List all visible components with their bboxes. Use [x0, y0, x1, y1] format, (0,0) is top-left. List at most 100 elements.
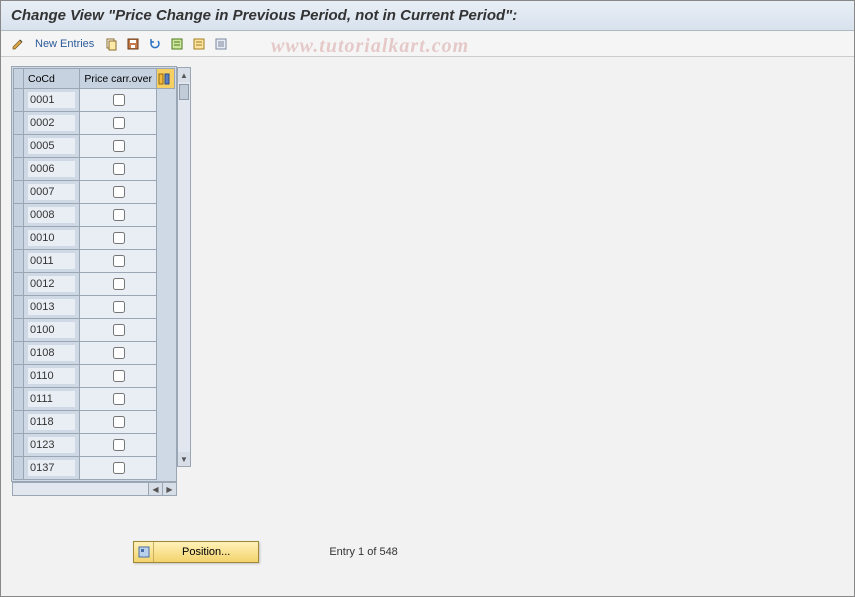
carryover-checkbox[interactable] [113, 370, 125, 382]
row-selector[interactable] [14, 342, 24, 365]
carryover-cell[interactable] [80, 273, 157, 296]
cocd-input[interactable] [28, 368, 75, 384]
save-icon[interactable] [124, 35, 142, 53]
row-selector[interactable] [14, 227, 24, 250]
cocd-input[interactable] [28, 138, 75, 154]
carryover-cell[interactable] [80, 135, 157, 158]
cocd-input[interactable] [28, 115, 75, 131]
row-selector[interactable] [14, 457, 24, 480]
cocd-cell[interactable] [24, 319, 80, 342]
carryover-checkbox[interactable] [113, 163, 125, 175]
cocd-input[interactable] [28, 437, 75, 453]
row-selector[interactable] [14, 388, 24, 411]
carryover-cell[interactable] [80, 365, 157, 388]
cocd-cell[interactable] [24, 89, 80, 112]
carryover-cell[interactable] [80, 89, 157, 112]
row-selector[interactable] [14, 181, 24, 204]
cocd-cell[interactable] [24, 158, 80, 181]
row-selector[interactable] [14, 365, 24, 388]
deselect-all-icon[interactable] [190, 35, 208, 53]
carryover-cell[interactable] [80, 181, 157, 204]
carryover-cell[interactable] [80, 296, 157, 319]
scroll-down-icon[interactable]: ▼ [178, 452, 190, 466]
change-icon[interactable] [9, 35, 27, 53]
cocd-cell[interactable] [24, 411, 80, 434]
cocd-cell[interactable] [24, 250, 80, 273]
scroll-track[interactable] [178, 82, 190, 452]
carryover-checkbox[interactable] [113, 232, 125, 244]
row-selector[interactable] [14, 411, 24, 434]
carryover-cell[interactable] [80, 204, 157, 227]
carryover-checkbox[interactable] [113, 278, 125, 290]
cocd-cell[interactable] [24, 204, 80, 227]
new-entries-button[interactable]: New Entries [31, 38, 98, 50]
horizontal-scrollbar[interactable]: ◀ ▶ [12, 482, 177, 496]
row-selector-header[interactable] [14, 69, 24, 89]
row-selector[interactable] [14, 204, 24, 227]
cocd-cell[interactable] [24, 365, 80, 388]
cocd-input[interactable] [28, 230, 75, 246]
carryover-checkbox[interactable] [113, 209, 125, 221]
carryover-checkbox[interactable] [113, 393, 125, 405]
row-selector[interactable] [14, 296, 24, 319]
row-selector[interactable] [14, 112, 24, 135]
carryover-checkbox[interactable] [113, 117, 125, 129]
carryover-checkbox[interactable] [113, 255, 125, 267]
scroll-left-icon[interactable]: ◀ [148, 483, 162, 495]
cocd-input[interactable] [28, 207, 75, 223]
carryover-checkbox[interactable] [113, 347, 125, 359]
row-selector[interactable] [14, 135, 24, 158]
table-settings-icon[interactable] [157, 69, 175, 89]
cocd-input[interactable] [28, 253, 75, 269]
carryover-checkbox[interactable] [113, 324, 125, 336]
row-selector[interactable] [14, 158, 24, 181]
carryover-cell[interactable] [80, 158, 157, 181]
carryover-checkbox[interactable] [113, 94, 125, 106]
cocd-input[interactable] [28, 460, 75, 476]
config-icon[interactable] [212, 35, 230, 53]
carryover-cell[interactable] [80, 434, 157, 457]
carryover-checkbox[interactable] [113, 439, 125, 451]
carryover-checkbox[interactable] [113, 301, 125, 313]
scroll-up-icon[interactable]: ▲ [178, 68, 190, 82]
scroll-thumb[interactable] [179, 84, 189, 100]
cocd-input[interactable] [28, 276, 75, 292]
cocd-input[interactable] [28, 184, 75, 200]
cocd-cell[interactable] [24, 135, 80, 158]
carryover-cell[interactable] [80, 411, 157, 434]
carryover-cell[interactable] [80, 457, 157, 480]
carryover-checkbox[interactable] [113, 186, 125, 198]
carryover-cell[interactable] [80, 342, 157, 365]
cocd-cell[interactable] [24, 342, 80, 365]
cocd-input[interactable] [28, 92, 75, 108]
cocd-cell[interactable] [24, 227, 80, 250]
cocd-input[interactable] [28, 161, 75, 177]
position-button[interactable]: Position... [133, 541, 259, 563]
cocd-cell[interactable] [24, 112, 80, 135]
carryover-checkbox[interactable] [113, 462, 125, 474]
carryover-cell[interactable] [80, 112, 157, 135]
undo-icon[interactable] [146, 35, 164, 53]
cocd-input[interactable] [28, 345, 75, 361]
column-header-cocd[interactable]: CoCd [24, 69, 80, 89]
cocd-cell[interactable] [24, 181, 80, 204]
cocd-cell[interactable] [24, 388, 80, 411]
copy-icon[interactable] [102, 35, 120, 53]
cocd-cell[interactable] [24, 434, 80, 457]
cocd-cell[interactable] [24, 273, 80, 296]
cocd-input[interactable] [28, 414, 75, 430]
carryover-cell[interactable] [80, 319, 157, 342]
carryover-checkbox[interactable] [113, 140, 125, 152]
carryover-cell[interactable] [80, 388, 157, 411]
row-selector[interactable] [14, 273, 24, 296]
cocd-cell[interactable] [24, 457, 80, 480]
carryover-cell[interactable] [80, 250, 157, 273]
select-all-icon[interactable] [168, 35, 186, 53]
row-selector[interactable] [14, 319, 24, 342]
cocd-input[interactable] [28, 322, 75, 338]
scroll-right-icon[interactable]: ▶ [162, 483, 176, 495]
cocd-input[interactable] [28, 299, 75, 315]
row-selector[interactable] [14, 89, 24, 112]
cocd-input[interactable] [28, 391, 75, 407]
carryover-cell[interactable] [80, 227, 157, 250]
